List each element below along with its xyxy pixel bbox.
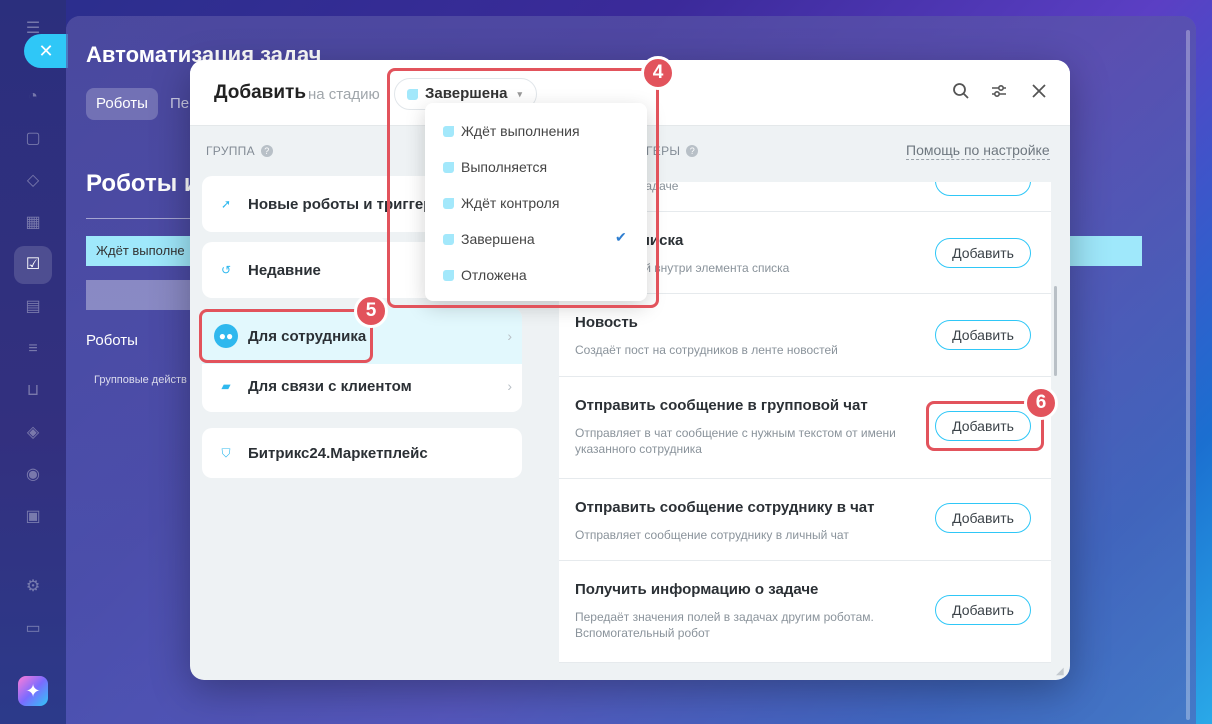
- robot-desc: Отправляет сообщение сотруднику в личный…: [575, 528, 849, 542]
- calendar-icon[interactable]: ▦: [22, 212, 44, 234]
- add-button[interactable]: Добавить: [935, 320, 1031, 350]
- robot-item-task-info: Получить информацию о задаче Передаёт зн…: [559, 561, 1051, 663]
- tab-second[interactable]: Пе: [170, 88, 189, 120]
- robot-list-scrollbar[interactable]: [1054, 286, 1057, 376]
- stage-bar-2: [86, 280, 196, 310]
- filter-icon[interactable]: ≡: [22, 338, 44, 360]
- add-button[interactable]: Добавить: [935, 503, 1031, 533]
- left-sidebar: ☰ ◔ ▢ ◇ ▦ ☑ ▤ ≡ ⊔ ◈ ◉ ▣ ⚙ ▭ ✦: [0, 0, 66, 724]
- settings-sliders-icon[interactable]: [988, 82, 1010, 104]
- add-button[interactable]: Добавить: [935, 238, 1031, 268]
- robot-title: Получить информацию о задаче: [575, 581, 819, 598]
- tab-robots[interactable]: Роботы: [86, 88, 158, 120]
- callout-box-4: [387, 68, 659, 308]
- market-bag-icon: ⛉: [221, 445, 231, 460]
- group-item-client[interactable]: ▰ Для связи с клиентом ›: [202, 360, 522, 412]
- close-icon: ✕: [38, 41, 54, 61]
- robot-title: Новость: [575, 314, 638, 331]
- add-button[interactable]: Добавить: [935, 595, 1031, 625]
- group-item-label: Для связи с клиентом: [248, 377, 412, 395]
- history-icon: ↺: [220, 263, 232, 277]
- modal-title: Добавить: [214, 82, 307, 103]
- bot-icon[interactable]: ◉: [22, 464, 44, 486]
- divider: [86, 218, 196, 219]
- robots-label: Роботы: [86, 332, 138, 349]
- rocket-icon: ➚: [214, 192, 238, 216]
- help-icon[interactable]: ?: [686, 145, 699, 157]
- robot-desc: Создаёт пост на сотрудников в ленте ново…: [575, 343, 838, 357]
- group-item-label: Битрикс24.Маркетплейс: [248, 444, 428, 462]
- modal-subtitle: на стадию: [308, 86, 380, 103]
- compass-icon[interactable]: ◇: [22, 170, 44, 192]
- page-scrollbar[interactable]: [1186, 30, 1190, 720]
- feed-icon[interactable]: ◔: [22, 86, 44, 108]
- robot-desc: Передаёт значения полей в задачах другим…: [575, 610, 874, 640]
- callout-badge-4: 4: [641, 56, 675, 90]
- chevron-right-icon: ›: [507, 328, 512, 344]
- copilot-icon[interactable]: ✦: [18, 676, 48, 706]
- section-title: Роботы и: [86, 170, 199, 197]
- tasks-icon[interactable]: ☑: [22, 254, 44, 276]
- callout-badge-5: 5: [354, 294, 388, 328]
- chat-icon[interactable]: ▢: [22, 128, 44, 150]
- group-actions-label[interactable]: Групповые действ: [94, 374, 187, 386]
- robot-item-direct-chat: Отправить сообщение сотруднику в чат Отп…: [559, 479, 1051, 561]
- docs-icon[interactable]: ▤: [22, 296, 44, 318]
- close-slider-button[interactable]: ✕: [24, 34, 68, 68]
- robot-title: Отправить сообщение в групповой чат: [575, 397, 868, 414]
- group-item-label: Недавние: [248, 261, 321, 279]
- group-item-marketplace[interactable]: ⛉ Битрикс24.Маркетплейс: [202, 428, 522, 478]
- search-icon[interactable]: [950, 82, 972, 104]
- robot-desc: Отправляет в чат сообщение с нужным текс…: [575, 426, 896, 456]
- group-label: ГРУППА ?: [206, 144, 273, 158]
- add-button[interactable]: [935, 182, 1031, 196]
- callout-box-5: [199, 309, 373, 363]
- resize-grip-icon: ◢: [1056, 666, 1064, 677]
- group-card-market[interactable]: ⛉ Битрикс24.Маркетплейс: [202, 428, 522, 478]
- apps-icon[interactable]: ▭: [22, 618, 44, 640]
- settings-icon[interactable]: ⚙: [22, 576, 44, 598]
- robot-title: Отправить сообщение сотруднику в чат: [575, 499, 875, 516]
- help-icon[interactable]: ?: [260, 145, 273, 157]
- crm-icon[interactable]: ◈: [22, 422, 44, 444]
- chat-bubbles-icon: ▰: [221, 379, 231, 393]
- group-label-text: ГРУППА: [206, 144, 255, 158]
- chevron-right-icon: ›: [507, 378, 512, 394]
- help-link[interactable]: Помощь по настройке: [906, 142, 1050, 160]
- sites-icon[interactable]: ▣: [22, 506, 44, 528]
- cart-icon[interactable]: ⊔: [22, 380, 44, 402]
- callout-badge-6: 6: [1024, 386, 1058, 420]
- close-icon[interactable]: [1028, 82, 1050, 104]
